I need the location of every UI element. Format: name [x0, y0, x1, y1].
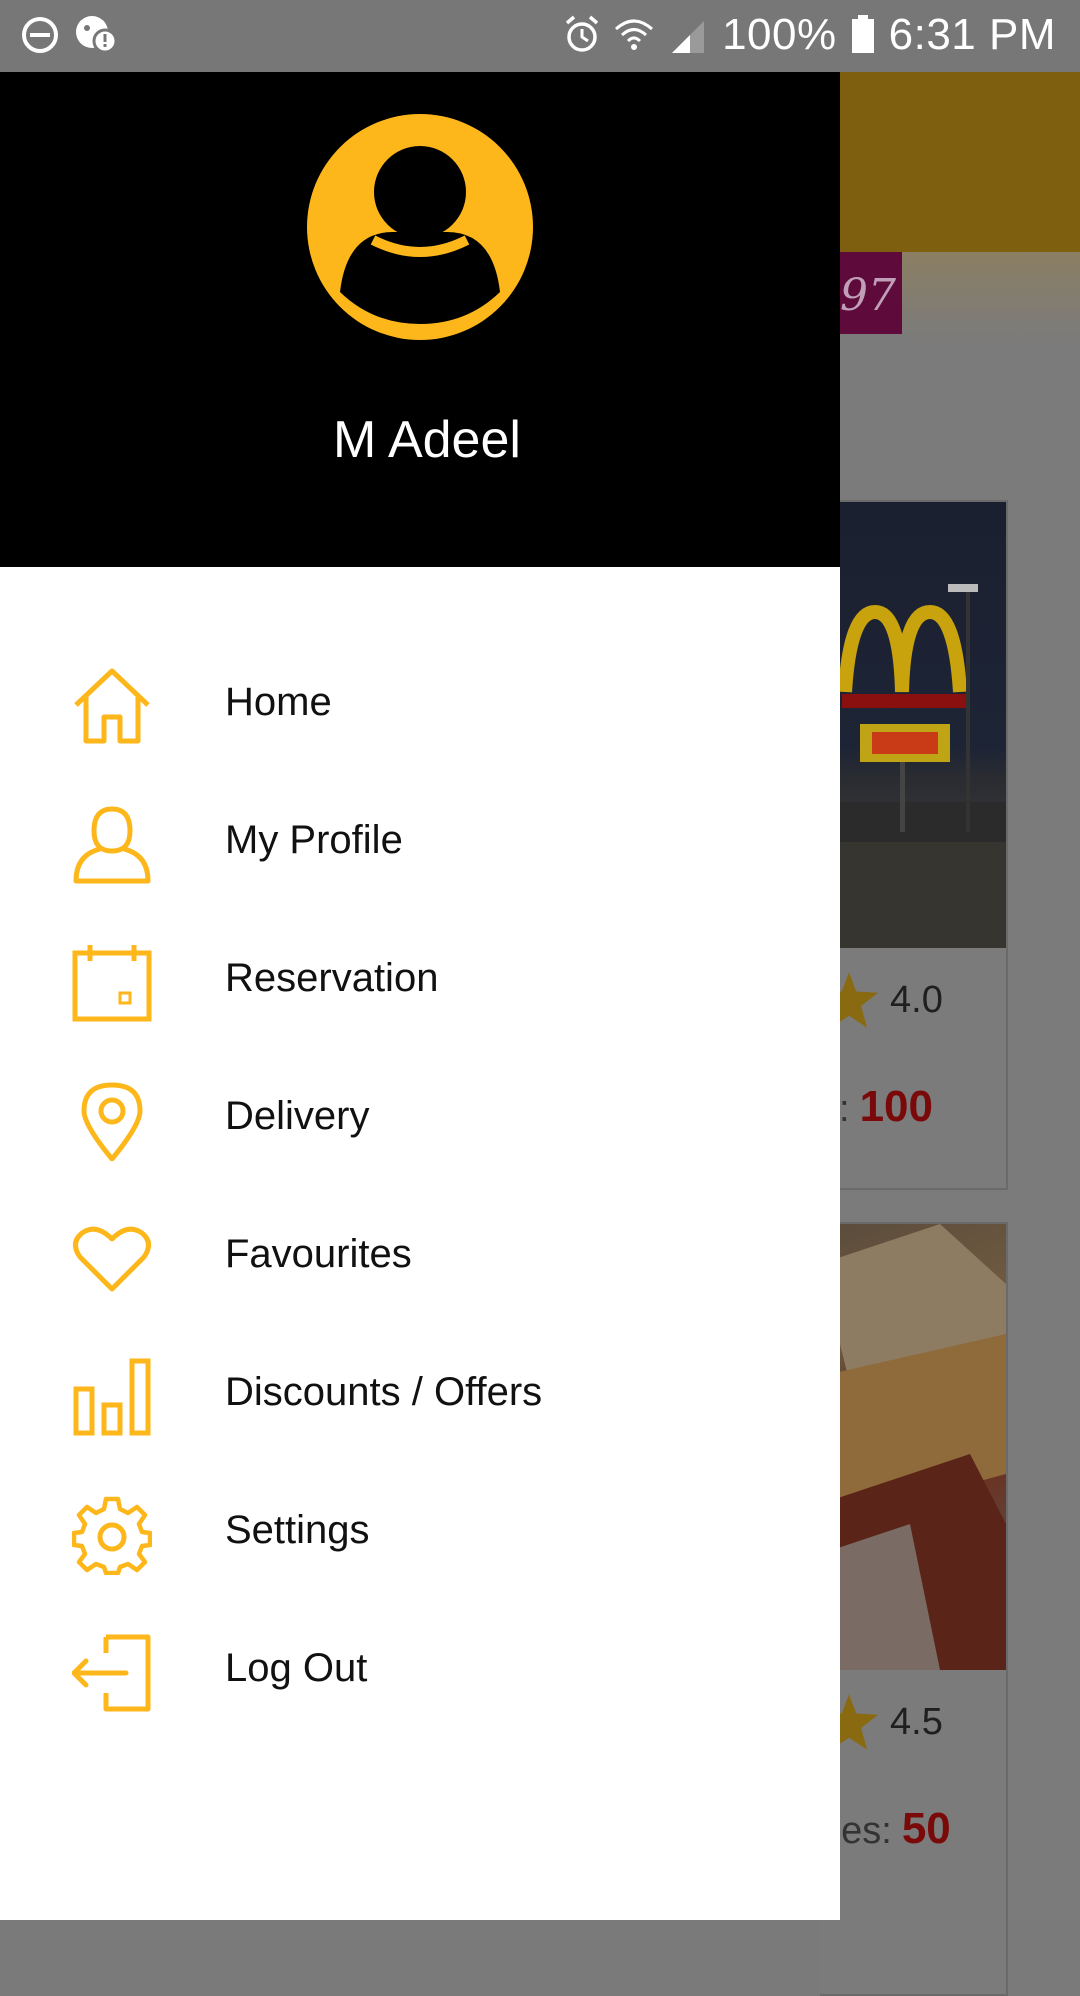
menu-label: My Profile: [225, 818, 403, 862]
signal-icon: [672, 21, 705, 53]
do-not-disturb-icon: [22, 17, 58, 53]
location-pin-icon: [81, 1082, 143, 1161]
drawer-menu: Home My Profile Reservation Delivery Fav…: [0, 635, 840, 1739]
menu-item-settings[interactable]: Settings: [0, 1463, 840, 1601]
drawer-header: M Adeel: [0, 72, 840, 567]
rating-value: 4.0: [890, 978, 943, 1021]
discount-value: 100: [859, 1082, 933, 1131]
menu-label: Delivery: [225, 1094, 370, 1138]
restaurant-image: [820, 1224, 1006, 1670]
restaurant-card[interactable]: 4.5 ges: 50: [820, 1222, 1008, 1996]
alarm-icon: [565, 15, 599, 52]
battery-icon: [851, 15, 874, 53]
discount-value: 50: [901, 1804, 951, 1853]
menu-item-my-profile[interactable]: My Profile: [0, 773, 840, 911]
bar-chart-icon: [73, 1358, 151, 1436]
menu-item-log-out[interactable]: Log Out: [0, 1601, 840, 1739]
rating-value: 4.5: [890, 1700, 943, 1743]
restaurant-card[interactable]: 4.0 s: 100: [820, 500, 1008, 1190]
menu-label: Settings: [225, 1508, 370, 1552]
logout-icon: [72, 1634, 151, 1712]
menu-label: Favourites: [225, 1232, 412, 1276]
food-photo-icon: [820, 1224, 1006, 1670]
user-name: M Adeel: [333, 411, 521, 469]
menu-label: Reservation: [225, 956, 439, 1000]
mcdonalds-sign-icon: [820, 584, 1006, 948]
menu-item-discounts-offers[interactable]: Discounts / Offers: [0, 1325, 840, 1463]
menu-item-reservation[interactable]: Reservation: [0, 911, 840, 1049]
home-icon: [74, 668, 150, 744]
heart-icon: [73, 1226, 151, 1292]
menu-item-delivery[interactable]: Delivery: [0, 1049, 840, 1187]
clock: 6:31 PM: [888, 10, 1056, 59]
gear-icon: [72, 1496, 152, 1575]
avatar[interactable]: [307, 114, 533, 340]
restaurant-image: [820, 502, 1006, 948]
status-bar: 100% 6:31 PM: [0, 0, 1080, 72]
navigation-drawer: M Adeel Home My Profile Reservation Deli…: [0, 72, 840, 1920]
menu-item-home[interactable]: Home: [0, 635, 840, 773]
menu-label: Discounts / Offers: [225, 1370, 543, 1414]
battery-percent: 100%: [722, 10, 837, 59]
banner-fade: [902, 252, 1080, 342]
calendar-icon: [72, 945, 152, 1022]
menu-label: Log Out: [225, 1646, 368, 1690]
notification-icon: [76, 16, 118, 54]
wifi-icon: [615, 19, 654, 50]
profile-icon: [73, 806, 151, 884]
menu-label: Home: [225, 680, 332, 724]
menu-item-favourites[interactable]: Favourites: [0, 1187, 840, 1325]
